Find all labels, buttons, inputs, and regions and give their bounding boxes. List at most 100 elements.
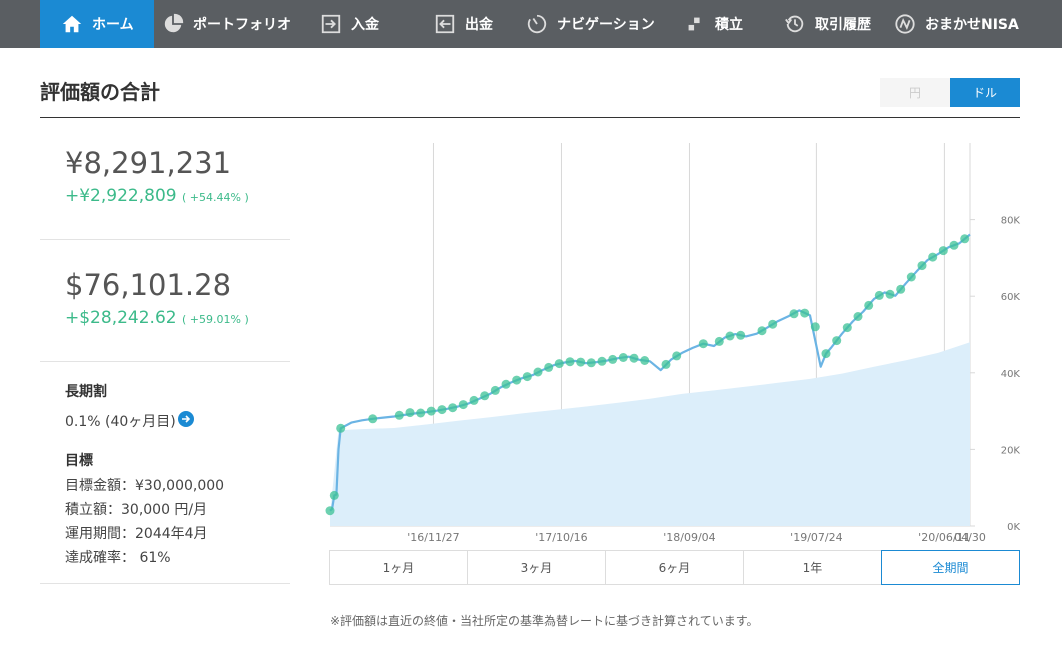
data-point-marker [714,336,724,346]
range-1-year-button[interactable]: 1年 [743,550,882,585]
y-tick-label: 0K [1007,522,1020,533]
goal-monthly-amount: 積立額：30,000 円/月 [65,502,208,518]
data-point-marker [698,339,708,349]
data-point-marker [458,400,468,410]
data-point-marker [874,290,884,300]
data-point-marker [789,309,799,319]
data-point-marker [469,395,479,405]
nav-item-nisa[interactable]: おまかせNISA [894,0,1019,48]
y-tick-label: 80K [1001,216,1021,227]
data-point-marker [821,349,831,359]
y-tick-label: 20K [1001,445,1021,456]
long-term-value: 0.1% (40ヶ月目) [65,414,176,430]
deposit-icon [320,13,342,35]
data-point-marker [490,385,500,395]
goal-period: 運用期間：2044年4月 [65,526,208,542]
data-point-marker [832,336,842,346]
data-point-marker [842,323,852,333]
range-6-month-button[interactable]: 6ヶ月 [605,550,744,585]
data-point-marker [565,357,575,367]
nav-item-withdraw[interactable]: 出金 [434,0,493,48]
data-point-marker [949,240,959,250]
top-navigation: ホーム ポートフォリオ 入金 出金 ナビゲーション 積立 取引履歴 おまかせNI… [0,0,1062,48]
usd-gain: +$28,242.62 ( +59.01% ) [65,308,249,328]
home-icon [61,13,83,35]
divider [40,239,290,240]
data-point-marker [800,308,810,318]
yen-total-value: ¥8,291,231 [65,146,232,180]
nav-item-deposit[interactable]: 入金 [320,0,379,48]
data-point-marker [917,261,927,271]
goal-target-amount: 目標金額：¥30,000,000 [65,478,225,494]
data-point-marker [533,367,543,377]
data-point-marker [544,362,554,372]
usd-gain-percent: ( +59.01% ) [182,313,249,326]
nisa-logo-icon [894,13,916,35]
nav-item-savings[interactable]: 積立 [684,0,743,48]
yen-gain-amount: +¥2,922,809 [65,186,177,206]
range-1-month-button[interactable]: 1ヶ月 [329,550,468,585]
data-point-marker [597,356,607,366]
data-point-marker [768,319,778,329]
data-point-marker [608,354,618,364]
gauge-icon [526,13,548,35]
data-point-marker [672,351,682,361]
data-point-marker [512,375,522,385]
history-icon [784,13,806,35]
pie-chart-icon [162,13,184,35]
contribution-area [330,342,970,526]
period-range-selector: 1ヶ月 3ヶ月 6ヶ月 1年 全期間 [329,550,1020,585]
long-term-heading: 長期割 [65,384,107,400]
range-all-button[interactable]: 全期間 [881,550,1020,585]
x-tick-label: '16/11/27 [407,531,459,544]
nav-item-navigation[interactable]: ナビゲーション [526,0,655,48]
data-point-marker [368,414,378,424]
data-point-marker [640,356,650,365]
blocks-icon [684,13,706,35]
nav-item-label: ホーム [92,17,134,33]
title-divider [40,117,1020,118]
divider [40,583,290,584]
divider [40,361,290,362]
currency-yen-button[interactable]: 円 [880,78,950,107]
currency-usd-button[interactable]: ドル [950,78,1020,107]
nav-item-label: おまかせNISA [925,17,1019,33]
data-point-marker [501,379,511,389]
nav-item-home[interactable]: ホーム [40,0,154,48]
data-point-marker [757,326,767,336]
data-point-marker [325,506,335,516]
x-tick-label: '19/07/24 [790,531,842,544]
data-point-marker [810,322,820,332]
arrow-right-icon [182,415,191,423]
data-point-marker [480,391,490,401]
data-point-marker [586,358,596,368]
data-point-marker [928,252,938,262]
y-tick-label: 40K [1001,369,1021,380]
data-point-marker [938,246,948,256]
data-point-marker [896,284,906,294]
long-term-detail-button[interactable] [178,411,194,427]
nav-item-history[interactable]: 取引履歴 [784,0,871,48]
range-3-month-button[interactable]: 3ヶ月 [467,550,606,585]
data-point-marker [437,405,447,415]
usd-total-value: $76,101.28 [65,268,232,302]
data-point-marker [853,312,863,321]
data-point-marker [736,330,746,340]
yen-gain: +¥2,922,809 ( +54.44% ) [65,186,249,206]
data-point-marker [906,272,916,282]
data-point-marker [960,234,970,244]
valuation-footnote: ※評価額は直近の終値・当社所定の基準為替レートに基づき計算されています。 [330,614,759,628]
data-point-marker [329,490,339,500]
x-tick-label: 04/30 [954,531,986,544]
y-tick-label: 60K [1001,292,1021,303]
nav-item-label: ポートフォリオ [193,17,291,33]
data-point-marker [576,357,586,367]
data-point-marker [522,372,532,382]
goal-heading: 目標 [65,453,93,469]
goal-achievement-rate: 達成確率： 61% [65,550,171,566]
nav-item-label: ナビゲーション [557,17,655,33]
nav-item-portfolio[interactable]: ポートフォリオ [162,0,291,48]
data-point-marker [725,331,735,341]
data-point-marker [661,359,671,369]
data-point-marker [336,423,346,433]
